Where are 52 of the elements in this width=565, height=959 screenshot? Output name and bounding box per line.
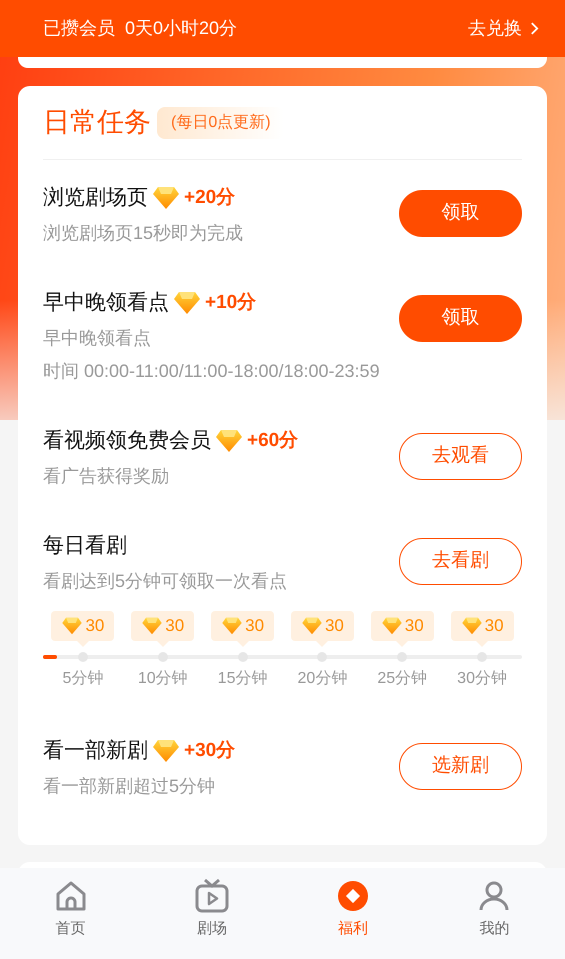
task-title: 看一部新剧 [43, 738, 148, 764]
diamond-icon [215, 429, 243, 453]
task-button[interactable]: 去看剧 [399, 538, 522, 585]
task-button[interactable]: 选新剧 [399, 743, 522, 790]
nav-tab[interactable]: 剧场 [141, 868, 282, 959]
diamond-icon [141, 617, 164, 635]
step-time: 15分钟 [218, 669, 268, 689]
nav-tab[interactable]: 我的 [424, 868, 565, 959]
reward-amount: 30 [85, 615, 104, 638]
step-time: 20分钟 [298, 669, 348, 689]
reward-amount: 30 [165, 615, 184, 638]
section-title: 日常任务 [43, 106, 151, 140]
task-button[interactable]: 领取 [399, 295, 522, 342]
step-time: 10分钟 [138, 669, 188, 689]
diamond-icon [221, 617, 244, 635]
task-description: 时间 00:00-11:00/11:00-18:00/18:00-23:59 [43, 360, 380, 383]
diamond-icon [61, 617, 84, 635]
diamond-icon [173, 291, 201, 315]
task-reward: +20分 [184, 186, 236, 210]
task-description: 早中晚领看点 [43, 327, 152, 350]
member-label: 已攒会员 [43, 17, 115, 40]
task-title: 浏览剧场页 [43, 185, 148, 212]
reward-amount: 30 [484, 615, 504, 638]
step-time: 30分钟 [457, 669, 507, 689]
task-button[interactable]: 去观看 [399, 433, 522, 480]
task-title: 每日看剧 [43, 533, 127, 560]
task-description: 看剧达到5分钟可领取一次看点 [43, 570, 288, 593]
diamond-icon [152, 739, 180, 763]
reward-amount: 30 [324, 615, 344, 638]
task-reward: +30分 [184, 738, 236, 763]
task-title: 早中晚领看点 [43, 290, 169, 316]
diamond-icon [152, 186, 180, 210]
reward-amount: 30 [245, 615, 264, 638]
step-time: 25分钟 [377, 669, 428, 689]
diamond-icon [300, 617, 323, 635]
task-button[interactable]: 领取 [399, 190, 522, 237]
chevron-right-icon [530, 21, 539, 36]
nav-tab[interactable]: 福利 [282, 868, 424, 959]
task-title: 看视频领免费会员 [43, 428, 211, 454]
reward-amount: 30 [404, 615, 424, 638]
redeem-link[interactable]: 去兑换 [468, 15, 539, 42]
member-time: 0天0小时20分 [125, 17, 238, 40]
diamond-icon [380, 617, 403, 635]
tv-icon [194, 878, 230, 914]
nav-tab[interactable]: 首页 [0, 868, 142, 959]
task-description: 看广告获得奖励 [43, 465, 170, 488]
task-description: 看一部新剧超过5分钟 [43, 775, 216, 798]
task-reward: +60分 [247, 428, 298, 453]
diamond-icon [460, 617, 483, 635]
task-description: 浏览剧场页15秒即为完成 [43, 222, 244, 245]
step-time: 5分钟 [62, 669, 104, 689]
task-reward: +10分 [205, 290, 256, 315]
